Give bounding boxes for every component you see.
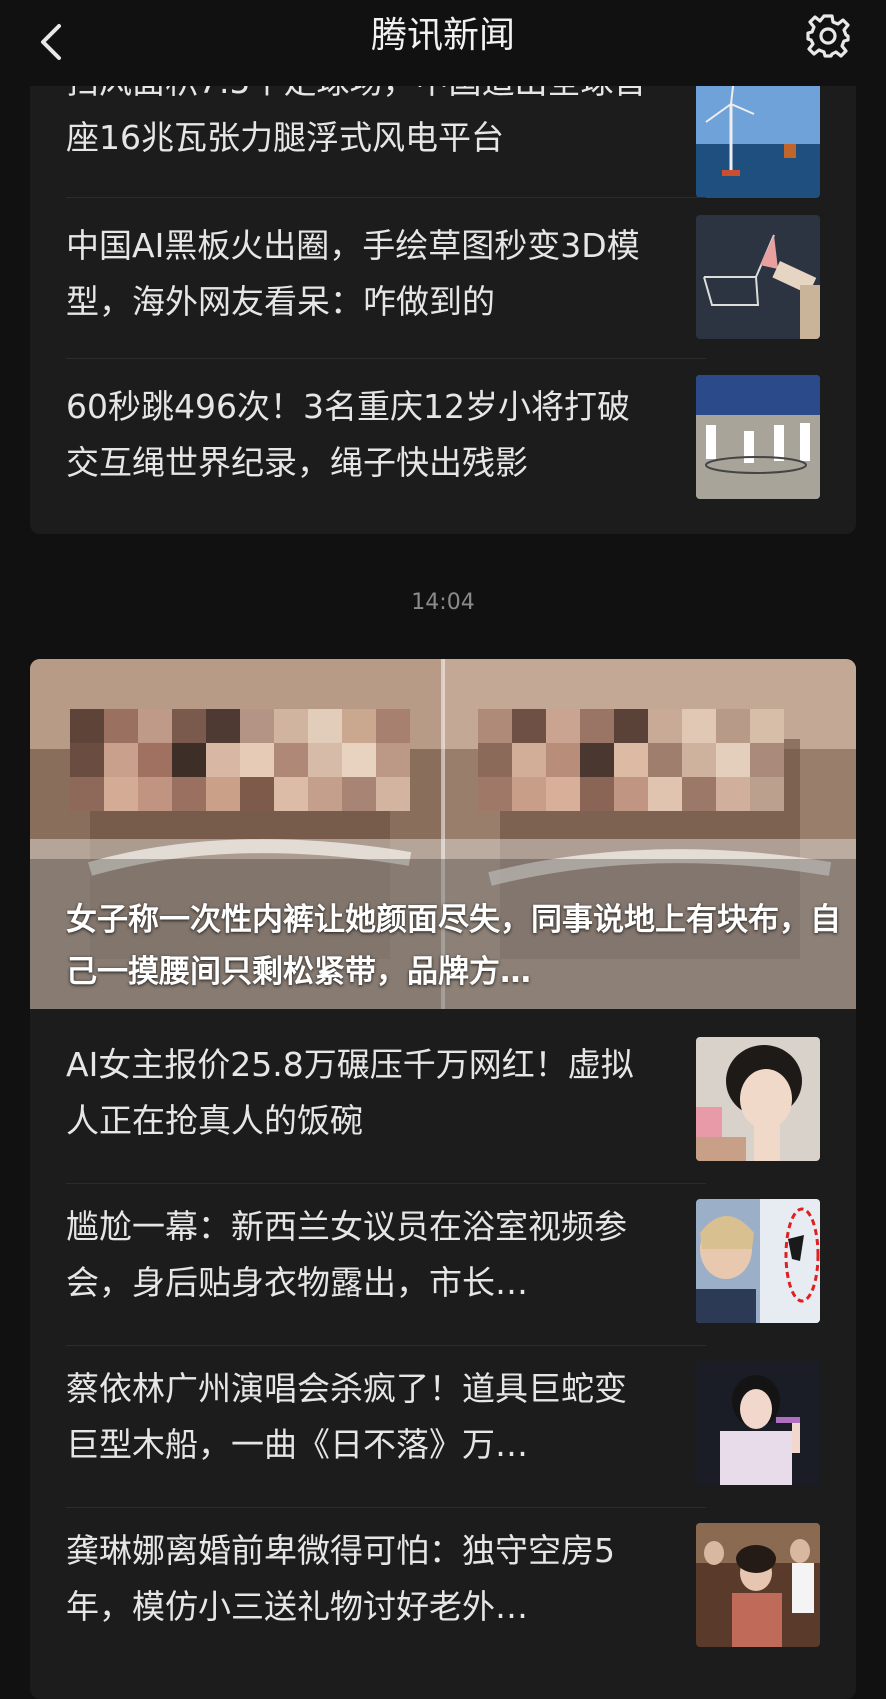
news-thumbnail <box>696 1199 820 1323</box>
timestamp: 14:04 <box>411 590 475 615</box>
page-title: 腾讯新闻 <box>370 15 515 56</box>
news-thumbnail <box>696 1361 820 1485</box>
news-item-title: 中国AI黑板火出圈，手绘草图秒变3D模型，海外网友看呆：咋做到的 <box>66 226 640 321</box>
news-item[interactable]: 60秒跳496次！3名重庆12岁小将打破交互绳世界纪录，绳子快出残影 <box>30 359 856 519</box>
news-item[interactable]: 尴尬一幕：新西兰女议员在浴室视频参会，身后贴身衣物露出，市长… <box>30 1183 856 1343</box>
hero-article[interactable]: 女子称一次性内裤让她颜面尽失，同事说地上有块布，自己一摸腰间只剩松紧带，品牌方… <box>30 659 856 1009</box>
news-item-title: 龚琳娜离婚前卑微得可怕：独守空房5年，模仿小三送礼物讨好老外… <box>66 1531 615 1626</box>
news-item-title: 尴尬一幕：新西兰女议员在浴室视频参会，身后贴身衣物露出，市长… <box>66 1207 627 1302</box>
news-item[interactable]: 扫风面积7.5个足球场，中国造出全球首座16兆瓦张力腿浮式风电平台 <box>30 64 856 214</box>
news-thumbnail <box>696 1037 820 1161</box>
hero-caption: 女子称一次性内裤让她颜面尽失，同事说地上有块布，自己一摸腰间只剩松紧带，品牌方… <box>66 902 841 990</box>
news-item-title: AI女主报价25.8万碾压千万网红！虚拟人正在抢真人的饭碗 <box>66 1045 634 1140</box>
news-item[interactable]: 中国AI黑板火出圈，手绘草图秒变3D模型，海外网友看呆：咋做到的 <box>30 198 856 358</box>
news-thumbnail <box>696 375 820 499</box>
news-item-title: 60秒跳496次！3名重庆12岁小将打破交互绳世界纪录，绳子快出残影 <box>66 387 630 482</box>
news-item[interactable]: AI女主报价25.8万碾压千万网红！虚拟人正在抢真人的饭碗 <box>30 1021 856 1181</box>
news-thumbnail <box>696 215 820 339</box>
news-thumbnail <box>696 1523 820 1647</box>
gear-icon <box>806 14 850 58</box>
news-item[interactable]: 龚琳娜离婚前卑微得可怕：独守空房5年，模仿小三送礼物讨好老外… <box>30 1507 856 1667</box>
news-card-top: 扫风面积7.5个足球场，中国造出全球首座16兆瓦张力腿浮式风电平台 中国AI黑板… <box>30 64 856 534</box>
news-card-bottom: 女子称一次性内裤让她颜面尽失，同事说地上有块布，自己一摸腰间只剩松紧带，品牌方…… <box>30 659 856 1699</box>
top-bar: 腾讯新闻 <box>0 0 886 86</box>
news-item[interactable]: 蔡依林广州演唱会杀疯了！道具巨蛇变巨型木船，一曲《日不落》万… <box>30 1345 856 1505</box>
settings-button[interactable] <box>802 10 854 62</box>
news-thumbnail <box>696 74 820 198</box>
news-item-title: 蔡依林广州演唱会杀疯了！道具巨蛇变巨型木船，一曲《日不落》万… <box>66 1369 627 1464</box>
